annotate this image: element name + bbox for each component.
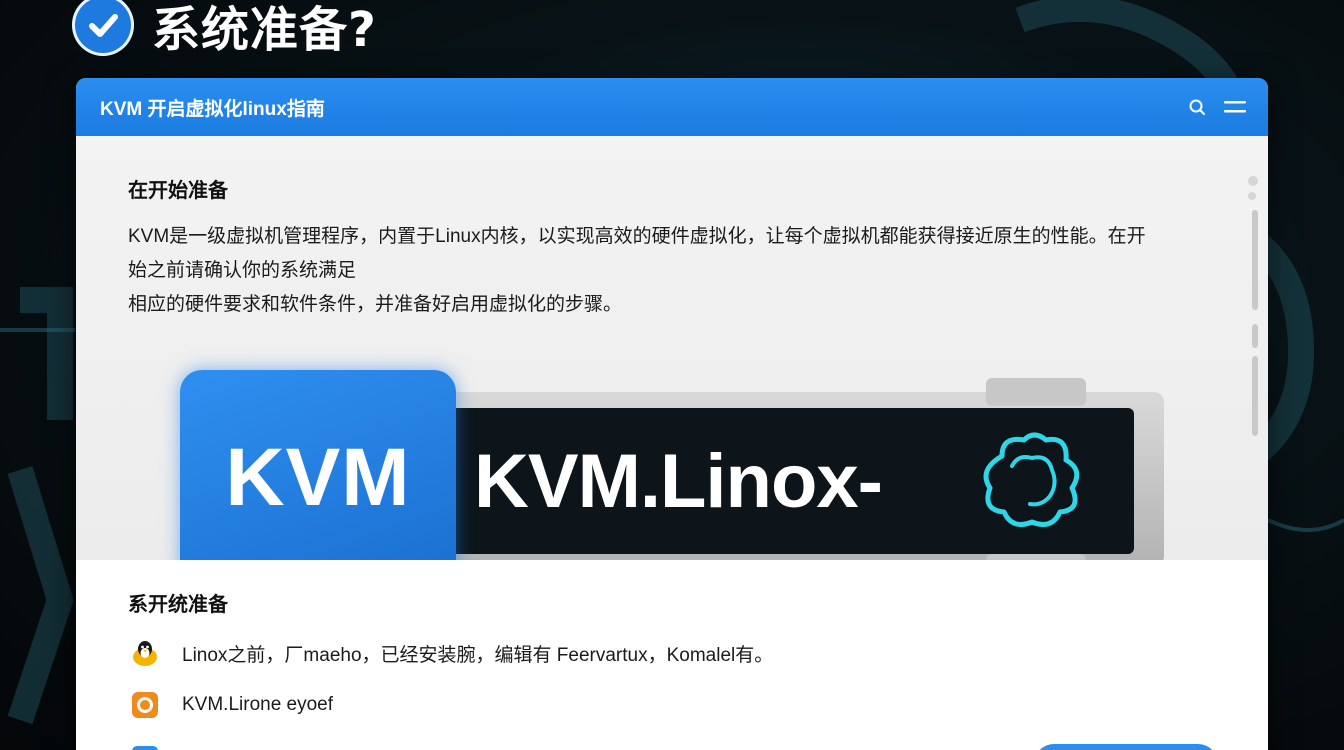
kvm-banner: KVM.Linox- KVM [180, 370, 1164, 590]
page-heading: 系统准备? [72, 0, 377, 58]
banner-screen-text: KVM.Linox- [474, 438, 883, 524]
intro-description-line-2: 相应的硬件要求和软件条件，并准备好启用虚拟化的步骤。 [128, 294, 623, 315]
window-titlebar: KVM 开启虚拟化linux指南 [76, 78, 1268, 136]
requirement-item: Linox之前，厂maeho，已经安装腕，编辑有 Feervartux，Koma… [130, 638, 773, 668]
scrollbar-thumb[interactable] [1252, 324, 1258, 348]
page-root: 系统准备? KVM 开启虚拟化linux指南 在开始准备 KVM是一级虚拟机管理… [0, 0, 1344, 750]
blue-square-icon [130, 744, 160, 750]
banner-kvm-badge: KVM [180, 370, 456, 586]
cloud-outline-icon [983, 432, 1080, 527]
continue-button[interactable] [1034, 744, 1218, 750]
orange-app-icon [130, 690, 160, 720]
search-icon[interactable] [1186, 96, 1208, 118]
intro-description: KVM是一级虚拟机管理程序，内置于Linux内核，以实现高效的硬件虚拟化，让每个… [128, 220, 1148, 322]
scrollbar-track-lower[interactable] [1252, 356, 1258, 436]
app-window: KVM 开启虚拟化linux指南 在开始准备 KVM是一级虚拟机管理程序，内置于… [76, 78, 1268, 750]
requirement-text: Linox之前，厂maeho，已经安装腕，编辑有 Feervartux，Koma… [182, 644, 774, 666]
requirement-item: KVM.Lirone eyoef [130, 690, 333, 720]
scrollbar-dot [1248, 176, 1258, 186]
requirement-item [130, 744, 182, 750]
scrollbar-track[interactable] [1252, 210, 1258, 310]
intro-description-line-1: KVM是一级虚拟机管理程序，内置于Linux内核，以实现高效的硬件虚拟化，让每个… [128, 226, 1146, 281]
banner-rail-tab [986, 378, 1086, 406]
banner-screen: KVM.Linox- [430, 408, 1134, 554]
page-heading-text: 系统准备? [152, 2, 377, 58]
hamburger-menu-icon[interactable] [1224, 96, 1246, 118]
requirements-section-title: 系开统准备 [128, 592, 228, 616]
banner-kvm-text: KVM [225, 432, 411, 523]
window-title: KVM 开启虚拟化linux指南 [100, 98, 325, 120]
scrollbar-dot [1248, 192, 1256, 200]
requirements-section: 系开统准备 Linox之前，厂maeho，已经安装腕，编辑有 Feervartu… [76, 560, 1268, 750]
intro-section: 在开始准备 KVM是一级虚拟机管理程序，内置于Linux内核，以实现高效的硬件虚… [76, 136, 1268, 586]
vertical-scrollbar[interactable] [1248, 176, 1258, 476]
intro-section-title: 在开始准备 [128, 178, 228, 202]
check-circle-icon [72, 0, 134, 56]
linux-penguin-icon [130, 638, 160, 668]
requirement-text: KVM.Lirone eyoef [182, 694, 334, 715]
